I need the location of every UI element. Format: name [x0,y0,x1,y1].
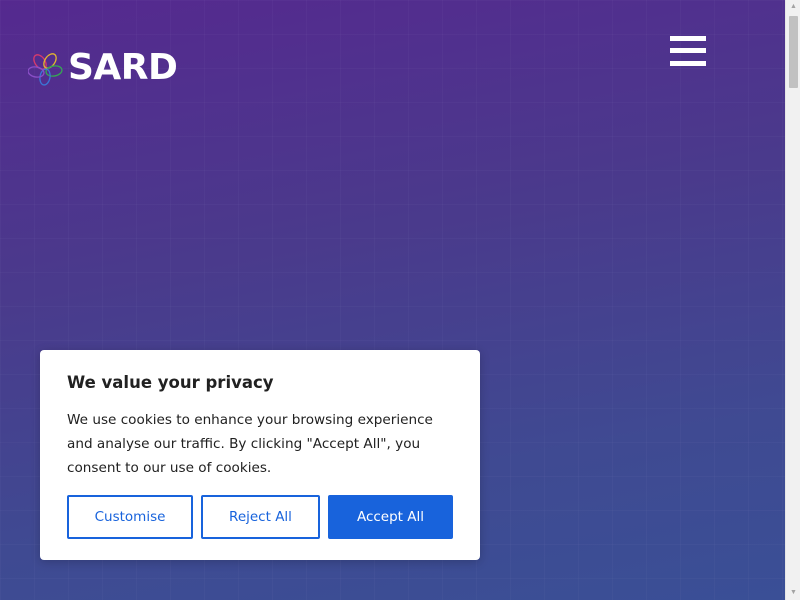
menu-bar-bottom [670,61,706,66]
cookie-consent-banner: We value your privacy We use cookies to … [40,350,480,560]
reject-all-button[interactable]: Reject All [201,495,320,539]
page-scrollbar[interactable]: ▲ ▼ [785,0,800,600]
page-viewport: SARD ▲ ▼ We value your privacy We use co… [0,0,800,600]
cookie-banner-title: We value your privacy [67,373,274,392]
hamburger-menu-icon[interactable] [670,34,708,70]
scrollbar-thumb[interactable] [789,16,798,88]
accept-all-button[interactable]: Accept All [328,495,453,539]
customise-button[interactable]: Customise [67,495,193,539]
menu-bar-middle [670,48,706,53]
cookie-banner-description: We use cookies to enhance your browsing … [67,412,433,476]
scroll-up-arrow-icon[interactable]: ▲ [786,0,800,14]
logo-text: SARD [68,47,178,88]
cookie-banner-actions: Customise Reject All Accept All [67,495,453,539]
flower-logo-icon [28,53,63,86]
site-logo[interactable]: SARD [28,47,178,88]
menu-bar-top [670,36,706,41]
scroll-down-arrow-icon[interactable]: ▼ [786,586,800,600]
